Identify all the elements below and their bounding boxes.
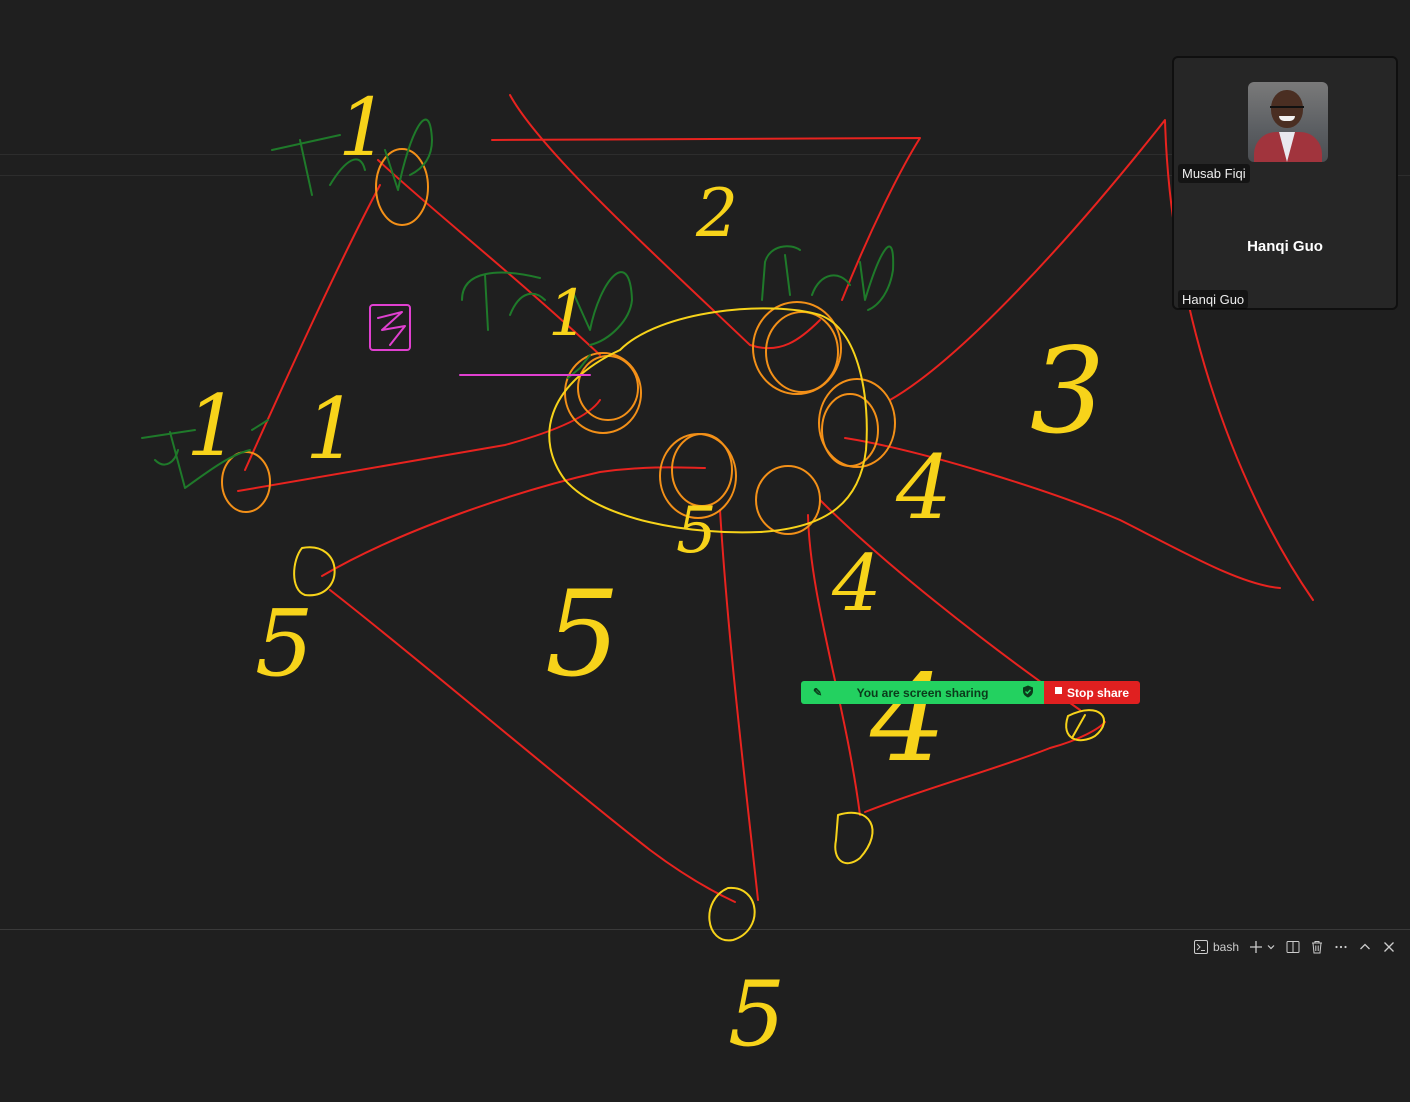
terminal-toolbar: bash (1194, 937, 1396, 957)
pink-box-scribble (377, 311, 406, 346)
label-5-left: 5 (255, 590, 314, 697)
yellow-circle-bottom (708, 886, 756, 942)
chevron-down-icon[interactable] (1266, 942, 1276, 952)
sharing-status-text: You are screen sharing (856, 685, 989, 700)
participants-panel: Musab Fiqi Hanqi Guo Hanqi Guo (1172, 56, 1398, 310)
green-annotation-strokes (141, 118, 895, 489)
chevron-up-icon (1358, 940, 1372, 954)
terminal-profile-tab[interactable]: bash (1194, 940, 1239, 954)
label-5-mid: 5 (545, 565, 620, 703)
yellow-annotation-strokes (293, 307, 1106, 942)
label-4-small: 4 (895, 436, 952, 539)
label-1-left: 1 (186, 377, 239, 475)
stop-share-label: Stop share (1066, 685, 1129, 700)
label-3: 3 (1030, 322, 1105, 460)
stop-share-button[interactable]: Stop share (1044, 681, 1140, 704)
maximize-panel-button[interactable] (1358, 940, 1372, 954)
red-line-5-down (329, 589, 736, 903)
avatar-glasses (1270, 106, 1304, 114)
orange-circle-1b (577, 355, 639, 421)
orange-circle-3b (821, 393, 879, 467)
move-handle-icon[interactable]: ✎ (813, 686, 822, 699)
green-tri-right (761, 245, 895, 311)
close-panel-button[interactable] (1382, 940, 1396, 954)
kill-terminal-button[interactable] (1310, 940, 1324, 954)
label-5-center: 5 (676, 494, 717, 568)
yellow-zero-slash (1071, 714, 1086, 739)
label-2: 2 (695, 175, 738, 252)
red-annotation-lines (237, 94, 1314, 903)
label-4-big: 4 (869, 650, 946, 789)
split-terminal-icon (1286, 940, 1300, 954)
participant-name-tag: Musab Fiqi (1178, 164, 1250, 183)
stop-square-icon (1054, 687, 1062, 694)
label-5-bottom: 5 (728, 962, 785, 1067)
label-1-center: 1 (548, 277, 589, 351)
split-terminal-button[interactable] (1286, 940, 1300, 954)
avatar-smile (1279, 116, 1295, 121)
terminal-icon (1194, 940, 1208, 954)
participant-name-tag-self: Hanqi Guo (1178, 290, 1249, 309)
orange-circle-3a (818, 378, 896, 468)
orange-circle-2b (765, 311, 839, 393)
screen-sharing-bar: ✎ You are screen sharing Stop share (801, 681, 1140, 704)
participant-display-name: Hanqi Guo (1247, 238, 1323, 255)
label-1-top: 1 (338, 81, 389, 174)
participant-video-musab[interactable] (1248, 82, 1328, 162)
security-shield-icon (1022, 685, 1034, 701)
new-terminal-button[interactable] (1249, 940, 1276, 954)
red-line-star-left (237, 399, 601, 492)
more-actions-button[interactable] (1334, 940, 1348, 954)
label-4-mid: 4 (831, 539, 882, 629)
terminal-profile-label: bash (1213, 940, 1240, 954)
label-1-mid: 1 (305, 380, 358, 478)
close-icon (1382, 940, 1396, 954)
green-tri-center (461, 271, 633, 346)
yellow-circle-bottom-right (834, 811, 874, 865)
plus-icon (1249, 940, 1263, 954)
trash-icon (1310, 940, 1324, 954)
more-icon (1334, 940, 1348, 954)
red-line-center-down (719, 509, 759, 901)
sharing-status[interactable]: ✎ You are screen sharing (801, 681, 1044, 704)
